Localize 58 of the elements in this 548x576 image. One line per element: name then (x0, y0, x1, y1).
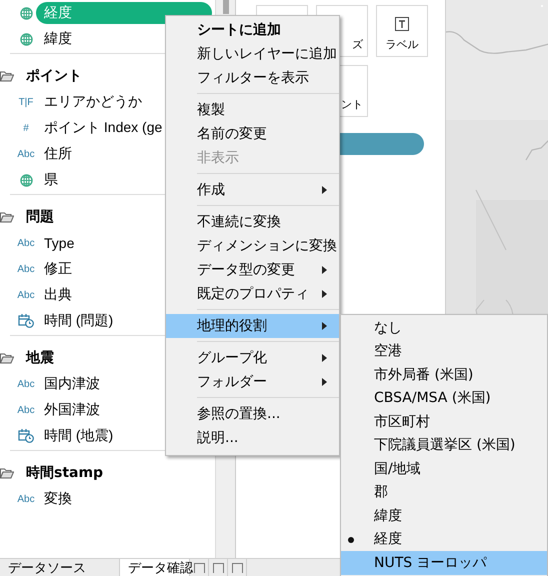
menu-item[interactable]: 名前の変更 (166, 122, 339, 146)
field-item[interactable]: Type (36, 233, 82, 253)
menu-item[interactable]: 既定のプロパティ (166, 282, 339, 306)
text-type-icon: Abc (17, 290, 35, 300)
field-item[interactable]: 出典 (36, 284, 80, 306)
text-type-icon: Abc (17, 148, 35, 160)
marks-card[interactable]: ラベル (376, 5, 428, 57)
globe-icon (20, 174, 32, 186)
card-label: ラベル (386, 37, 418, 52)
menu-item[interactable]: グループ化 (166, 346, 339, 370)
field-item[interactable]: 変換 (36, 488, 80, 510)
menu-item[interactable]: 下院議員選挙区 (米国) (341, 434, 547, 457)
menu-item[interactable]: 国/地域 (341, 457, 547, 480)
text-type-icon: Abc (17, 494, 35, 504)
menu-item[interactable]: 参照の置換... (166, 402, 339, 426)
text-type-icon: Abc (17, 378, 35, 390)
folder-title[interactable]: ポイント (26, 67, 82, 85)
menu-item[interactable]: 地理的役割 (166, 314, 339, 338)
field-item[interactable]: 緯度 (36, 28, 80, 50)
field-item[interactable]: 外国津波 (36, 399, 108, 421)
field-item[interactable]: 県 (36, 169, 66, 191)
scrollbar-thumb[interactable] (222, 0, 228, 14)
calendar-clock-icon (18, 429, 34, 443)
globe-icon (20, 6, 32, 20)
field-item[interactable]: 時間 (問題) (36, 310, 122, 332)
menu-item[interactable]: 経度 (341, 528, 547, 551)
folder-title[interactable]: 時間stamp (26, 464, 104, 482)
folder-title[interactable]: 地震 (26, 349, 54, 367)
menu-item[interactable]: 作成 (166, 178, 339, 202)
folder-title[interactable]: 問題 (26, 208, 54, 226)
field-item[interactable]: 国内津波 (36, 373, 108, 395)
bool-type-icon: T|F (18, 96, 34, 108)
card-label: ズ (352, 37, 363, 52)
menu-item[interactable]: 郡 (341, 480, 547, 504)
menu-item[interactable]: 不連続に変換 (166, 210, 339, 234)
text-type-icon: Abc (17, 238, 35, 248)
menu-item[interactable]: CBSA/MSA (米国) (341, 386, 547, 410)
menu-item[interactable]: 説明... (166, 426, 339, 450)
number-type-icon: # (23, 122, 29, 134)
card-label: ント (341, 97, 363, 112)
field-item[interactable]: 時間 (地震) (36, 425, 122, 447)
text-icon (395, 17, 409, 31)
field-item[interactable]: エリアかどうか (36, 91, 150, 113)
field-item[interactable]: 住所 (36, 143, 80, 165)
menu-item[interactable]: ディメンションに変換 (166, 234, 339, 258)
text-type-icon: Abc (17, 264, 35, 274)
globe-icon (20, 32, 32, 46)
menu-item[interactable]: 市外局番 (米国) (341, 363, 547, 386)
menu-item[interactable]: 空港 (341, 340, 547, 363)
menu-item[interactable]: データ型の変更 (166, 258, 339, 282)
field-item[interactable]: 修正 (36, 258, 80, 280)
menu-item[interactable]: なし (341, 316, 547, 340)
menu-item[interactable]: NUTS ヨーロッパ (341, 551, 547, 574)
menu-item[interactable]: フォルダー (166, 370, 339, 394)
menu-item[interactable]: 市区町村 (341, 410, 547, 434)
calendar-clock-icon (18, 314, 34, 328)
menu-item[interactable]: 緯度 (341, 504, 547, 528)
text-type-icon: Abc (17, 404, 35, 416)
